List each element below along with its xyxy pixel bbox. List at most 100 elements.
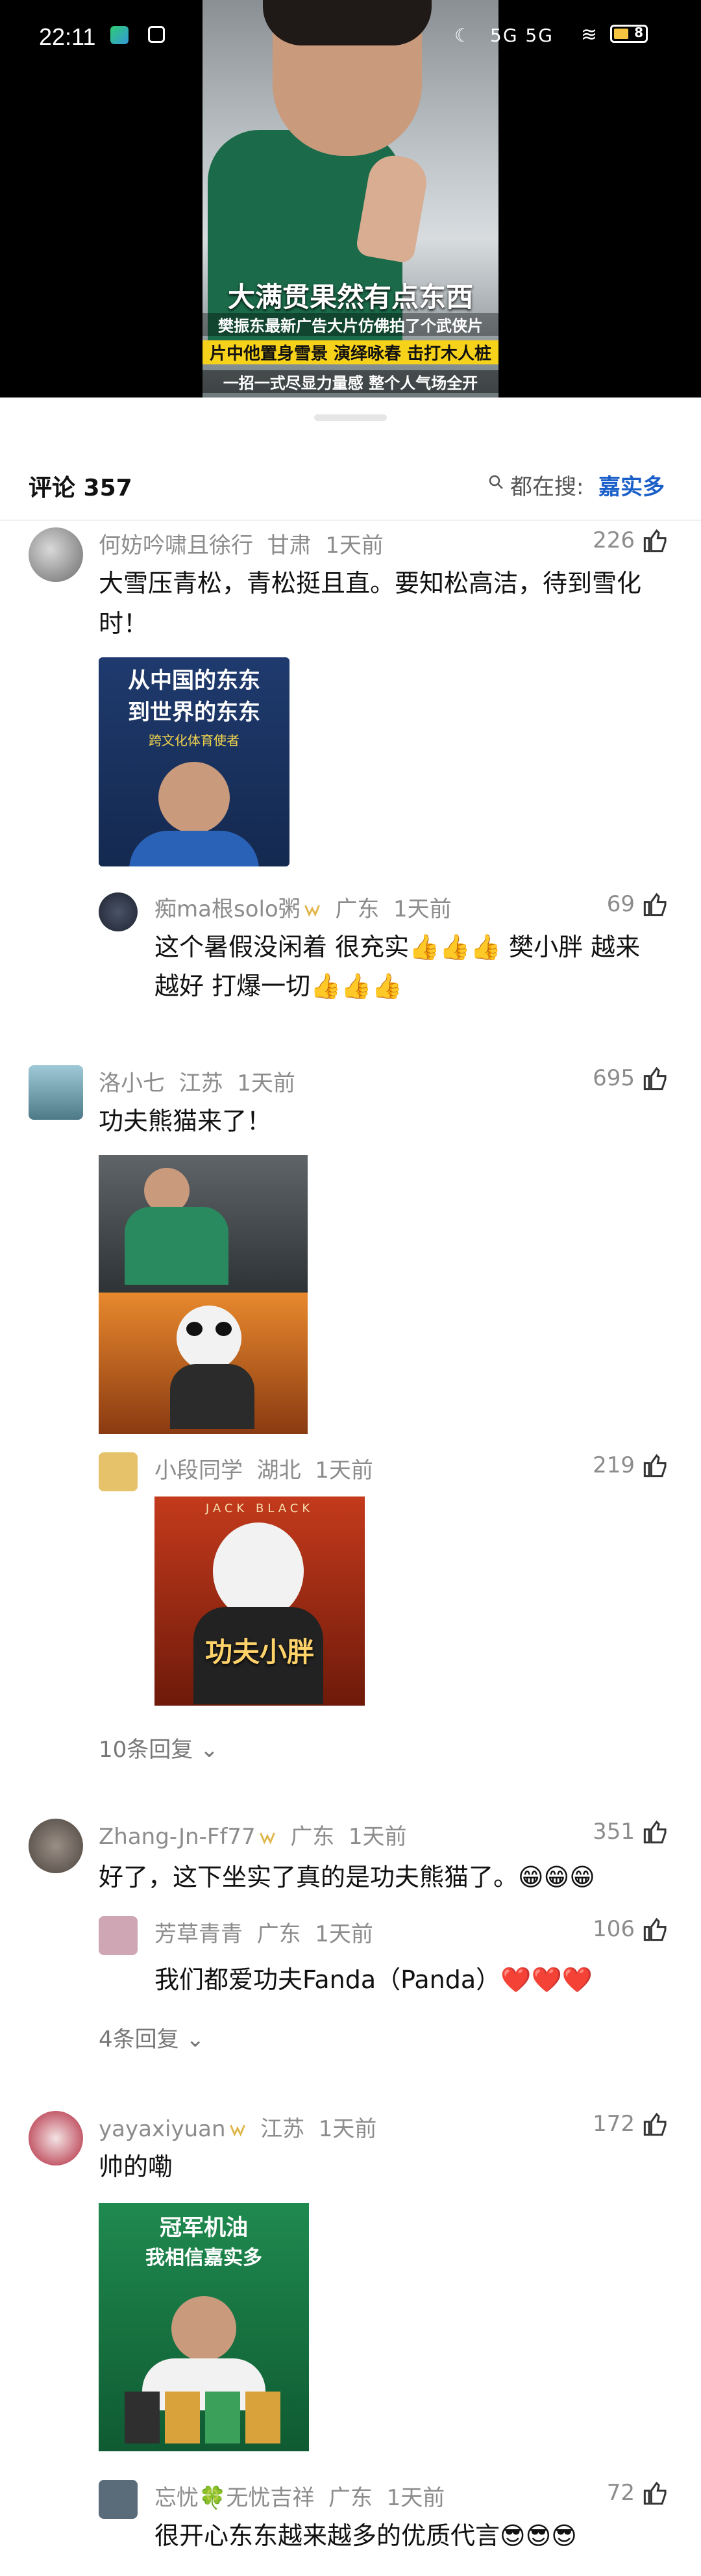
comment-location: 江苏 xyxy=(260,2116,305,2142)
reply-avatar[interactable] xyxy=(99,2480,138,2519)
reply-image-header: JACK BLACK xyxy=(205,1502,314,1515)
header-divider xyxy=(0,520,701,521)
reply-time: 1天前 xyxy=(393,896,452,922)
expand-replies-label: 10条回复 xyxy=(99,1737,193,1763)
reply-time: 1天前 xyxy=(315,1458,373,1484)
reply-text: 我们都爱功夫Fanda（Panda）❤️❤️❤️ xyxy=(154,1965,593,1994)
comment-image-top[interactable] xyxy=(99,1155,308,1293)
reply-username[interactable]: 芳草青青 xyxy=(154,1921,243,1947)
reply-text: 这个暑假没闲着 很充实👍👍👍 樊小胖 越来 xyxy=(154,933,641,961)
reply-image[interactable]: JACK BLACK 功夫小胖 xyxy=(154,1496,365,1706)
comments-count-title: 评论 357 xyxy=(29,475,132,501)
reply-location: 广东 xyxy=(256,1921,301,1947)
reply-meta: 忘忧🍀无忧吉祥 广东 1天前 xyxy=(154,2480,445,2512)
reply-location: 广东 xyxy=(335,896,380,922)
image-text-1: 从中国的东东 xyxy=(128,668,260,694)
video-caption-main: 大满贯果然有点东西 xyxy=(227,281,473,313)
reply-like-count: 219 xyxy=(593,1452,635,1478)
comment-username[interactable]: yayaxiyuan xyxy=(99,2116,226,2142)
reply-text: 很开心东东越来越多的优质代言😎😎😎 xyxy=(154,2521,577,2550)
comment-time: 1天前 xyxy=(325,533,384,559)
comment-location: 甘肃 xyxy=(267,533,312,559)
comment-meta: yayaxiyuan 江苏 1天前 xyxy=(99,2111,376,2143)
search-prefix-label: 都在搜: xyxy=(510,474,584,500)
comment-text: 好了，这下坐实了真的是功夫熊猫了。😁😁😁 xyxy=(99,1863,595,1891)
thumbs-up-icon[interactable] xyxy=(643,2480,669,2506)
expand-replies-label: 4条回复 xyxy=(99,2027,179,2052)
like-count: 695 xyxy=(593,1065,635,1091)
comment-meta: 何妨吟啸且徐行 甘肃 1天前 xyxy=(99,527,384,559)
thumbs-up-icon[interactable] xyxy=(643,527,669,553)
image-text-2: 到世界的东东 xyxy=(128,700,260,726)
reply-like-count: 72 xyxy=(606,2480,635,2506)
search-suggestion-link[interactable]: 嘉实多 xyxy=(598,469,665,501)
video-caption-line-2: 片中他置身雪景 演绎咏春 击打木人桩 xyxy=(203,340,498,364)
comment-username[interactable]: Zhang-Jn-Ff77 xyxy=(99,1824,256,1850)
comment-username[interactable]: 洛小七 xyxy=(99,1070,165,1096)
thumbs-up-icon[interactable] xyxy=(643,891,669,917)
comment-username[interactable]: 何妨吟啸且徐行 xyxy=(99,533,253,559)
thumbs-up-icon[interactable] xyxy=(643,1916,669,1942)
reply-username[interactable]: 小段同学 xyxy=(154,1458,243,1484)
like-count: 172 xyxy=(593,2111,635,2137)
thumbs-up-icon[interactable] xyxy=(643,1065,669,1091)
comment-text: 帅的嘞 xyxy=(99,2153,173,2181)
reply-time: 1天前 xyxy=(386,2485,445,2511)
chevron-down-icon: ⌄ xyxy=(186,2027,204,2052)
comment-text-cont: 时！ xyxy=(99,609,149,638)
battery-icon: 8 xyxy=(610,25,648,43)
reply-avatar[interactable] xyxy=(99,1452,138,1491)
image-text-1: 冠军机油 xyxy=(160,2215,248,2241)
thumbs-up-icon[interactable] xyxy=(643,2111,669,2137)
reply-time: 1天前 xyxy=(315,1921,373,1947)
reply-avatar[interactable] xyxy=(99,1916,138,1955)
like-count: 226 xyxy=(593,527,635,553)
comment-time: 1天前 xyxy=(237,1070,295,1096)
image-text-3: 跨文化体育使者 xyxy=(149,733,240,748)
status-time: 22:11 xyxy=(39,23,96,50)
notification-box-icon xyxy=(148,26,165,43)
reply-image-caption: 功夫小胖 xyxy=(204,1636,314,1668)
avatar[interactable] xyxy=(29,527,83,582)
play-store-icon xyxy=(110,26,129,44)
reply-username[interactable]: 忘忧🍀无忧吉祥 xyxy=(154,2485,314,2511)
reply-like-count: 106 xyxy=(593,1916,635,1942)
wifi-icon: ≋ xyxy=(581,23,598,46)
video-caption-line-1: 樊振东最新广告大片仿佛拍了个武侠片 xyxy=(203,313,498,336)
like-count: 351 xyxy=(593,1819,635,1845)
comment-meta: 洛小七 江苏 1天前 xyxy=(99,1065,295,1097)
drag-handle[interactable] xyxy=(314,414,387,421)
reply-meta: 小段同学 湖北 1天前 xyxy=(154,1452,373,1484)
comment-image[interactable]: 从中国的东东 到世界的东东 跨文化体育使者 xyxy=(99,657,289,866)
image-text-2: 我相信嘉实多 xyxy=(145,2247,262,2269)
network-indicator: 5G 5G xyxy=(490,25,554,46)
chevron-down-icon: ⌄ xyxy=(200,1737,219,1763)
comment-text: 大雪压青松，青松挺且直。要知松高洁，待到雪化 xyxy=(99,569,642,598)
thumbs-up-icon[interactable] xyxy=(643,1819,669,1845)
thumbs-up-icon[interactable] xyxy=(643,1452,669,1478)
avatar[interactable] xyxy=(29,2111,83,2166)
reply-text-cont: 越好 打爆一切👍👍👍 xyxy=(154,972,403,1000)
comment-text: 功夫熊猫来了！ xyxy=(99,1107,272,1135)
badge-icon xyxy=(229,2125,245,2137)
comment-location: 江苏 xyxy=(178,1070,223,1096)
reply-like-count: 69 xyxy=(606,891,635,917)
reply-avatar[interactable] xyxy=(99,892,138,931)
avatar[interactable] xyxy=(29,1065,83,1120)
reply-meta: 芳草青青 广东 1天前 xyxy=(154,1916,373,1948)
badge-icon xyxy=(304,905,320,917)
comment-time: 1天前 xyxy=(318,2116,377,2142)
comment-location: 广东 xyxy=(290,1824,335,1850)
badge-icon xyxy=(259,1832,275,1845)
comment-image[interactable]: 冠军机油 我相信嘉实多 xyxy=(99,2203,309,2451)
avatar[interactable] xyxy=(29,1819,83,1873)
comment-meta: Zhang-Jn-Ff77 广东 1天前 xyxy=(99,1819,407,1850)
comment-time: 1天前 xyxy=(348,1824,407,1850)
expand-replies-button[interactable]: 4条回复 ⌄ xyxy=(99,2021,204,2053)
reply-meta: 痴ma根solo粥 广东 1天前 xyxy=(154,891,452,923)
search-icon[interactable] xyxy=(488,474,504,490)
comment-image-bottom[interactable] xyxy=(99,1293,308,1434)
battery-level: 8 xyxy=(634,25,643,40)
reply-username[interactable]: 痴ma根solo粥 xyxy=(154,896,301,922)
expand-replies-button[interactable]: 10条回复 ⌄ xyxy=(99,1732,219,1763)
